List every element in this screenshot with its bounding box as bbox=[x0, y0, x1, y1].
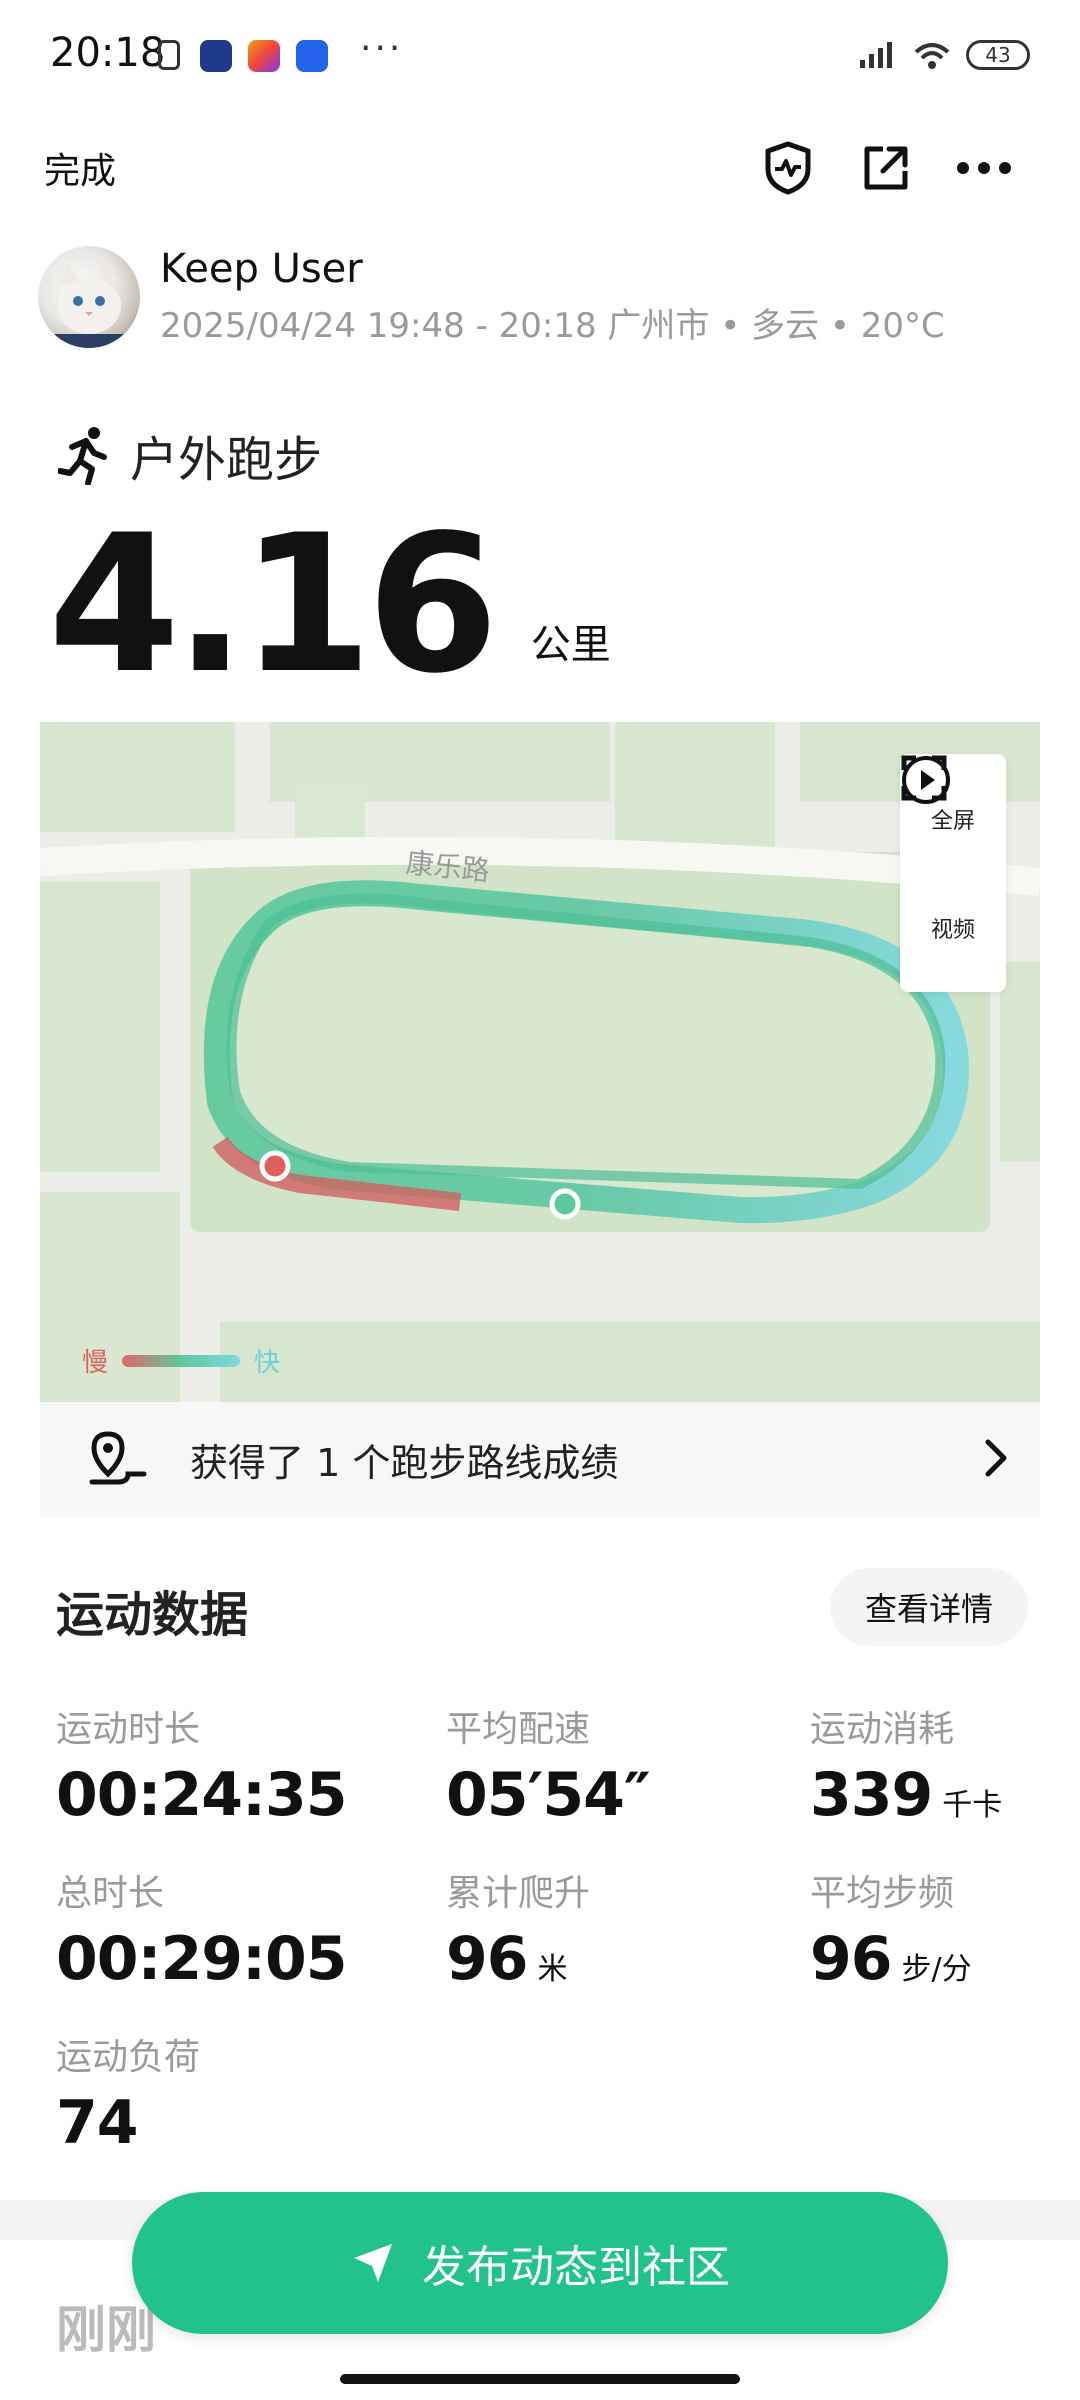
stat-duration: 运动时长 00:24:35 bbox=[56, 1700, 347, 1830]
activity-meta: 2025/04/24 19:48 - 20:18 广州市 • 多云 • 20°C bbox=[160, 306, 945, 346]
battery-icon: 43 bbox=[966, 40, 1030, 70]
distance-unit: 公里 bbox=[530, 622, 611, 668]
stat-cadence: 平均步频 96 步/分 bbox=[810, 1864, 972, 1994]
stat-value: 00:29:05 bbox=[56, 1924, 347, 1994]
stat-unit: 步/分 bbox=[901, 1952, 972, 1987]
user-info: Keep User 2025/04/24 19:48 - 20:18 广州市 •… bbox=[38, 246, 1038, 356]
legend-fast: 快 bbox=[254, 1348, 281, 1378]
stat-label: 运动时长 bbox=[56, 1709, 201, 1750]
pace-legend: 慢 快 bbox=[82, 1342, 280, 1379]
stat-label: 运动消耗 bbox=[810, 1709, 955, 1750]
running-icon bbox=[58, 427, 107, 485]
route-achievement-text: 获得了 1 个跑步路线成绩 bbox=[190, 1441, 619, 1485]
top-bar: 完成 bbox=[0, 130, 1080, 210]
status-bar: 20:18 ··· 43 bbox=[0, 0, 1080, 115]
user-name: Keep User bbox=[160, 246, 363, 292]
end-point bbox=[549, 1188, 581, 1220]
stat-label: 平均步频 bbox=[810, 1873, 955, 1914]
next-section-title: 刚刚 bbox=[56, 2301, 156, 2359]
distance-value: 4.16 bbox=[48, 494, 499, 715]
distance: 4.16 公里 bbox=[48, 500, 611, 700]
stat-value: 05′54″ bbox=[446, 1760, 651, 1830]
stat-unit: 米 bbox=[537, 1952, 568, 1987]
stats-section-title: 运动数据 bbox=[56, 1587, 249, 1643]
more-options-icon[interactable] bbox=[954, 138, 1014, 198]
stat-avg-pace: 平均配速 05′54″ bbox=[446, 1700, 651, 1830]
video-label: 视频 bbox=[930, 917, 975, 943]
notification-icon bbox=[158, 40, 180, 70]
map-controls: 全屏 视频 bbox=[900, 754, 1006, 992]
route-pin-icon bbox=[89, 1431, 147, 1485]
more-notifications-icon: ··· bbox=[360, 28, 404, 69]
stat-label: 运动负荷 bbox=[56, 2037, 201, 2078]
stat-label: 累计爬升 bbox=[446, 1873, 591, 1914]
status-time: 20:18 bbox=[50, 30, 166, 76]
legend-slow: 慢 bbox=[82, 1348, 109, 1378]
stat-label: 总时长 bbox=[56, 1873, 165, 1914]
video-button[interactable]: 视频 bbox=[902, 756, 975, 944]
sport-type: 户外跑步 bbox=[58, 420, 322, 490]
send-icon bbox=[354, 2244, 392, 2282]
stat-unit: 千卡 bbox=[942, 1788, 1003, 1823]
route-map[interactable]: 康乐路 全屏 视频 慢 快 bbox=[40, 722, 1040, 1402]
stat-calories: 运动消耗 339 千卡 bbox=[810, 1700, 1002, 1830]
signal-icon bbox=[860, 42, 892, 68]
route-achievement-banner[interactable]: 获得了 1 个跑步路线成绩 bbox=[40, 1402, 1040, 1517]
app-icon-colorful bbox=[248, 40, 280, 72]
app-icon-translate bbox=[296, 40, 328, 72]
stat-value: 00:24:35 bbox=[56, 1760, 347, 1830]
share-icon[interactable] bbox=[856, 138, 916, 198]
stat-label: 平均配速 bbox=[446, 1709, 591, 1750]
avatar[interactable] bbox=[38, 246, 140, 348]
shield-icon[interactable] bbox=[758, 138, 818, 198]
done-button[interactable]: 完成 bbox=[44, 142, 116, 194]
start-point bbox=[259, 1150, 291, 1182]
stat-elevation: 累计爬升 96 米 bbox=[446, 1864, 590, 1994]
stat-value: 74 bbox=[56, 2088, 138, 2158]
fullscreen-label: 全屏 bbox=[930, 808, 975, 834]
stat-value: 96 步/分 bbox=[810, 1924, 972, 1994]
play-icon bbox=[902, 756, 950, 804]
home-indicator[interactable] bbox=[340, 2374, 740, 2384]
stat-value: 96 米 bbox=[446, 1924, 568, 1994]
fullscreen-button[interactable]: 全屏 bbox=[901, 755, 975, 835]
stat-training-load: 运动负荷 74 bbox=[56, 2028, 200, 2158]
stat-value: 339 千卡 bbox=[810, 1760, 1003, 1830]
legend-gradient bbox=[122, 1354, 241, 1367]
wifi-icon bbox=[914, 43, 950, 69]
chevron-right-icon bbox=[985, 1439, 1007, 1477]
status-right: 43 bbox=[858, 40, 1030, 70]
app-icon-blue bbox=[200, 40, 232, 72]
publish-to-community-button[interactable]: 发布动态到社区 bbox=[132, 2192, 948, 2334]
stat-total-duration: 总时长 00:29:05 bbox=[56, 1864, 347, 1994]
publish-button-label: 发布动态到社区 bbox=[422, 2242, 730, 2293]
map-canvas: 康乐路 bbox=[40, 722, 1040, 1402]
view-details-button[interactable]: 查看详情 bbox=[830, 1568, 1028, 1646]
sport-type-label: 户外跑步 bbox=[130, 432, 323, 488]
